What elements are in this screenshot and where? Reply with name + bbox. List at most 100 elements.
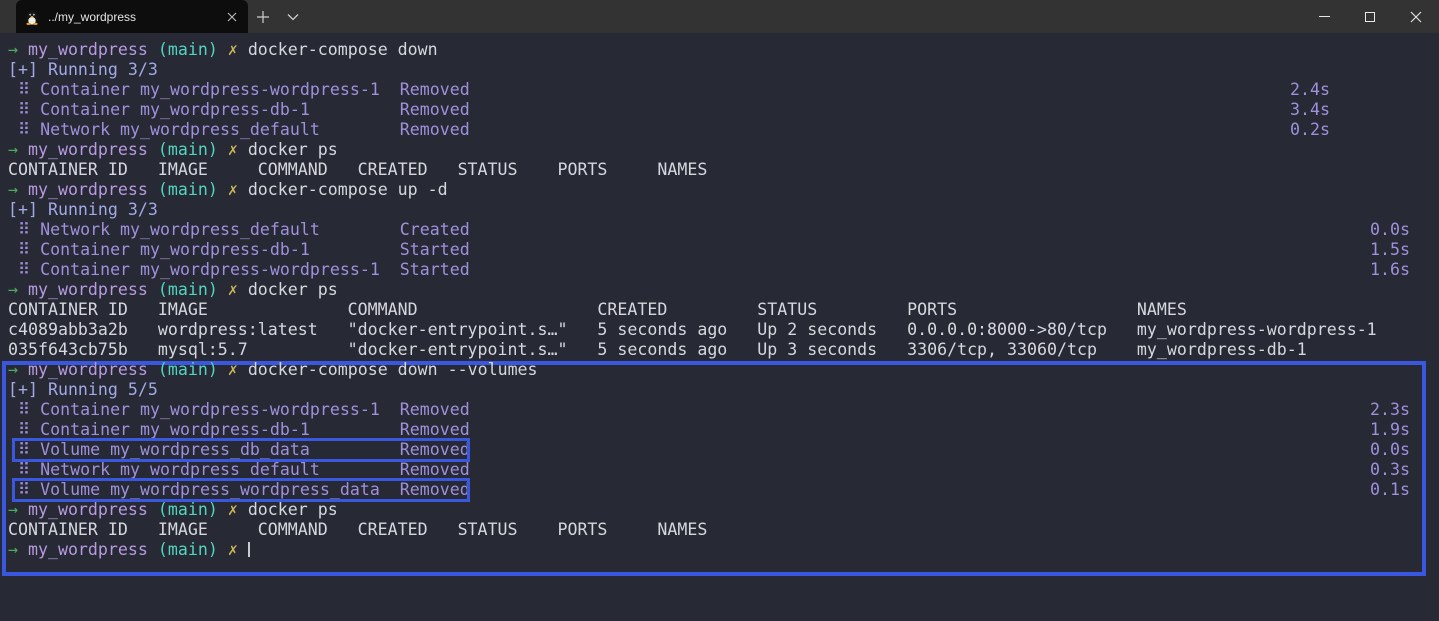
minimize-icon xyxy=(1319,16,1330,17)
tux-penguin-icon xyxy=(24,9,40,25)
minimize-button[interactable] xyxy=(1301,0,1347,33)
text-segment: my_wordpress xyxy=(28,140,148,159)
text-segment: ✗ xyxy=(228,280,238,299)
text-segment: (main) xyxy=(158,180,218,199)
text-segment: ✗ xyxy=(228,180,238,199)
text-segment: ✗ xyxy=(228,140,238,159)
close-button[interactable] xyxy=(1393,0,1439,33)
ps-header-line: CONTAINER ID IMAGE COMMAND CREATED STATU… xyxy=(0,520,1439,540)
text-segment: [+] Running 5/5 xyxy=(8,380,158,399)
text-segment: my_wordpress xyxy=(28,40,148,59)
text-segment: ✗ xyxy=(228,40,238,59)
text-segment xyxy=(218,140,228,159)
text-segment xyxy=(148,280,158,299)
close-icon xyxy=(1410,11,1422,23)
status-line: ⠿ Container my_wordpress-wordpress-1 Sta… xyxy=(0,260,1439,280)
text-segment: c4089abb3a2b wordpress:latest "docker-en… xyxy=(8,320,1377,339)
tab-title: ../my_wordpress xyxy=(48,10,224,24)
text-segment: → xyxy=(8,40,28,59)
text-segment: ⠿ Volume my_wordpress_wordpress_data Rem… xyxy=(8,480,470,499)
text-segment: → xyxy=(8,180,28,199)
status-line: ⠿ Volume my_wordpress_db_data Removed0.0… xyxy=(0,440,1439,460)
window-controls xyxy=(1301,0,1439,33)
duration: 0.3s xyxy=(1370,460,1410,480)
text-segment: (main) xyxy=(158,140,218,159)
text-segment xyxy=(218,180,228,199)
text-segment xyxy=(218,40,228,59)
text-segment: ⠿ Network my_wordpress_default Removed xyxy=(8,120,470,139)
text-segment: CONTAINER ID IMAGE COMMAND CREATED STATU… xyxy=(8,520,707,539)
duration: 0.2s xyxy=(1290,120,1330,140)
duration: 1.6s xyxy=(1370,260,1410,280)
text-segment: ✗ xyxy=(228,360,238,379)
duration: 3.4s xyxy=(1290,100,1330,120)
prompt-line: → my_wordpress (main) ✗ docker ps xyxy=(0,280,1439,300)
text-segment: (main) xyxy=(158,280,218,299)
tab-close-icon[interactable] xyxy=(224,9,240,25)
text-segment xyxy=(148,500,158,519)
text-segment: (main) xyxy=(158,540,218,559)
status-line: ⠿ Container my_wordpress-wordpress-1 Rem… xyxy=(0,80,1439,100)
maximize-button[interactable] xyxy=(1347,0,1393,33)
text-segment: docker ps xyxy=(238,280,338,299)
maximize-icon xyxy=(1365,12,1375,22)
text-segment: ✗ xyxy=(228,500,238,519)
text-segment xyxy=(218,280,228,299)
status-line: ⠿ Network my_wordpress_default Removed 0.… xyxy=(0,460,1439,480)
duration: 1.9s xyxy=(1370,420,1410,440)
text-segment: ⠿ Network my_wordpress_default Created xyxy=(8,220,470,239)
text-segment xyxy=(238,540,248,559)
text-segment xyxy=(148,180,158,199)
terminal-tab[interactable]: ../my_wordpress xyxy=(16,0,248,33)
text-segment: → xyxy=(8,360,28,379)
text-segment xyxy=(148,360,158,379)
terminal-cursor xyxy=(248,542,250,557)
text-segment: docker-compose up -d xyxy=(238,180,448,199)
text-segment: docker ps xyxy=(238,500,338,519)
status-line: ⠿ Network my_wordpress_default Removed 0.… xyxy=(0,120,1439,140)
chevron-down-icon xyxy=(287,13,299,21)
text-segment: docker ps xyxy=(238,140,338,159)
status-line: ⠿ Volume my_wordpress_wordpress_data Rem… xyxy=(0,480,1439,500)
running-line: [+] Running 3/3 xyxy=(0,60,1439,80)
text-segment xyxy=(148,540,158,559)
text-segment: ⠿ Container my_wordpress-wordpress-1 Sta… xyxy=(8,260,470,279)
text-segment xyxy=(218,500,228,519)
prompt-line: → my_wordpress (main) ✗ docker-compose d… xyxy=(0,360,1439,380)
terminal-body[interactable]: → my_wordpress (main) ✗ docker-compose d… xyxy=(0,33,1439,621)
ps-row: 035f643cb75b mysql:5.7 "docker-entrypoin… xyxy=(0,340,1439,360)
prompt-line: → my_wordpress (main) ✗ docker ps xyxy=(0,140,1439,160)
duration: 1.5s xyxy=(1370,240,1410,260)
text-segment: ⠿ Container my_wordpress-db-1 Removed xyxy=(8,420,470,439)
tab-dropdown-button[interactable] xyxy=(278,0,308,33)
text-segment: ⠿ Network my_wordpress_default Removed xyxy=(8,460,470,479)
text-segment xyxy=(218,540,228,559)
ps-header-line: CONTAINER ID IMAGE COMMAND CREATED STATU… xyxy=(0,300,1439,320)
status-line: ⠿ Container my_wordpress-db-1 Removed3.4… xyxy=(0,100,1439,120)
text-segment: (main) xyxy=(158,360,218,379)
plus-icon xyxy=(257,11,269,23)
status-line: ⠿ Container my_wordpress-wordpress-1 Rem… xyxy=(0,400,1439,420)
running-line: [+] Running 3/3 xyxy=(0,200,1439,220)
text-segment: → xyxy=(8,280,28,299)
text-segment xyxy=(148,40,158,59)
status-line: ⠿ Container my_wordpress-db-1 Started1.5… xyxy=(0,240,1439,260)
text-segment: docker-compose down xyxy=(238,40,438,59)
text-segment: my_wordpress xyxy=(28,540,148,559)
running-line: [+] Running 5/5 xyxy=(0,380,1439,400)
duration: 2.4s xyxy=(1290,80,1330,100)
text-segment: my_wordpress xyxy=(28,360,148,379)
text-segment: → xyxy=(8,540,28,559)
duration: 0.1s xyxy=(1370,480,1410,500)
text-segment xyxy=(148,140,158,159)
titlebar: ../my_wordpress xyxy=(0,0,1439,33)
ps-header-line: CONTAINER ID IMAGE COMMAND CREATED STATU… xyxy=(0,160,1439,180)
text-segment: (main) xyxy=(158,500,218,519)
text-segment: [+] Running 3/3 xyxy=(8,60,158,79)
text-segment: ✗ xyxy=(228,540,238,559)
text-segment: → xyxy=(8,140,28,159)
status-line: ⠿ Container my_wordpress-db-1 Removed 1.9… xyxy=(0,420,1439,440)
text-segment: my_wordpress xyxy=(28,180,148,199)
duration: 2.3s xyxy=(1370,400,1410,420)
new-tab-button[interactable] xyxy=(248,0,278,33)
